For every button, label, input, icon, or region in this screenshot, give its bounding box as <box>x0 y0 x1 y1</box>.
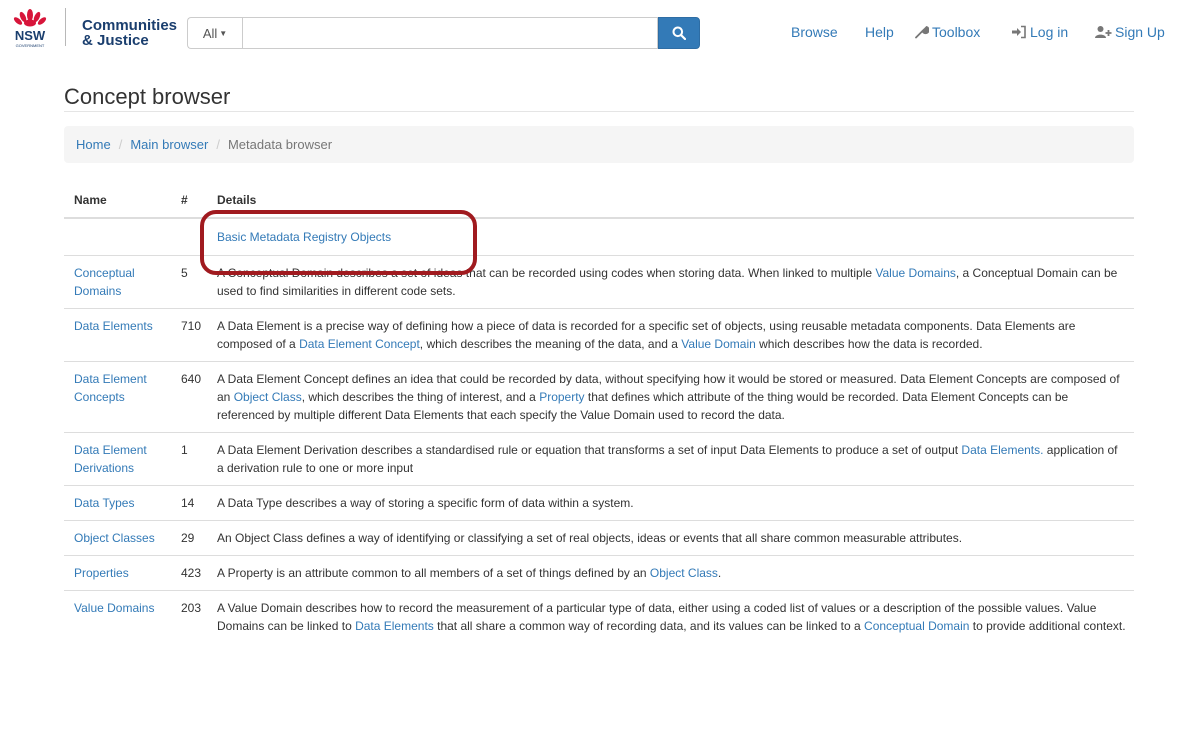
details-text: A Property is an attribute common to all… <box>217 566 650 580</box>
row-name-link[interactable]: Object Classes <box>74 531 155 545</box>
nav-toolbox[interactable]: Toolbox <box>915 24 980 40</box>
row-count: 29 <box>181 531 195 545</box>
details-link[interactable]: Conceptual Domain <box>864 619 969 633</box>
row-details: A Data Type describes a way of storing a… <box>217 486 1134 520</box>
row-details: A Data Element is a precise way of defin… <box>217 309 1134 361</box>
svg-text:GOVERNMENT: GOVERNMENT <box>16 43 45 48</box>
group-link-basic-metadata-registry-objects[interactable]: Basic Metadata Registry Objects <box>217 230 391 244</box>
row-name-link[interactable]: Data Types <box>74 496 134 510</box>
table-row: Data Elements 710 A Data Element is a prec… <box>64 308 1134 361</box>
wrench-icon <box>915 25 929 39</box>
row-count: 423 <box>181 566 202 580</box>
nav-links: Browse Help Toolbox Log in Sign Up <box>0 24 1180 42</box>
breadcrumb-separator: / <box>118 137 123 152</box>
details-link[interactable]: Value Domain <box>681 337 755 351</box>
nav-signup[interactable]: Sign Up <box>1095 24 1165 40</box>
table-row: Value Domains 203 A Value Domain describes… <box>64 590 1134 643</box>
row-details: A Data Element Concept defines an idea t… <box>217 362 1134 432</box>
nav-toolbox-label: Toolbox <box>932 24 981 40</box>
row-count: 640 <box>181 372 202 386</box>
details-text: A Conceptual Domain describes a set of i… <box>217 266 876 280</box>
table-row: Conceptual Domains 5 A Conceptual Domain d… <box>64 255 1134 308</box>
details-link[interactable]: Object Class <box>234 390 302 404</box>
table-body: Conceptual Domains 5 A Conceptual Domain d… <box>64 255 1134 643</box>
details-link[interactable]: Data Elements <box>355 619 434 633</box>
row-name-link[interactable]: Conceptual Domains <box>74 266 135 298</box>
row-name-link[interactable]: Data Elements <box>74 319 153 333</box>
table-row: Data Element Concepts 640 A Data Element C… <box>64 361 1134 432</box>
table-row: Properties 423 A Property is an attribute … <box>64 555 1134 590</box>
header-details: Details <box>217 193 257 207</box>
breadcrumb-home[interactable]: Home <box>76 137 111 152</box>
nav-help-label: Help <box>865 24 894 40</box>
page-title: Concept browser <box>64 84 231 109</box>
group-row: Basic Metadata Registry Objects <box>64 219 1134 255</box>
details-link[interactable]: Data Elements. <box>961 443 1043 457</box>
row-details: A Data Element Derivation describes a st… <box>217 433 1134 485</box>
breadcrumb-metadata-browser: Metadata browser <box>227 137 333 152</box>
table-row: Data Types 14 A Data Type describes a way … <box>64 485 1134 520</box>
row-name-link[interactable]: Properties <box>74 566 129 580</box>
row-details: A Value Domain describes how to record t… <box>217 591 1134 643</box>
row-name-link[interactable]: Data Element Concepts <box>74 372 147 404</box>
nav-signup-label: Sign Up <box>1115 24 1165 40</box>
breadcrumb-separator: / <box>216 137 220 152</box>
nav-browse-label: Browse <box>791 24 838 40</box>
breadcrumb: Home / Main browser / Metadata browser <box>64 126 1134 163</box>
user-plus-icon <box>1095 26 1112 38</box>
details-text: to provide additional context. <box>969 619 1126 633</box>
row-count: 1 <box>181 443 188 457</box>
details-text: that all share a common way of recording… <box>433 619 865 633</box>
details-text: , which describes the meaning of the dat… <box>419 337 682 351</box>
row-details: A Property is an attribute common to all… <box>217 556 1134 590</box>
details-link[interactable]: Data Element Concept <box>299 337 420 351</box>
details-link[interactable]: Value Domains <box>875 266 955 280</box>
details-text: , which describes the thing of interest,… <box>301 390 540 404</box>
breadcrumb-main-browser[interactable]: Main browser <box>130 137 208 152</box>
nav-login-label: Log in <box>1030 24 1069 40</box>
details-text: A Data Type describes a way of storing a… <box>217 496 634 510</box>
details-text: A Data Element Derivation describes a st… <box>217 443 962 457</box>
concept-table: Name # Details Basic Metadata Registry O… <box>64 183 1134 643</box>
row-details: A Conceptual Domain describes a set of i… <box>217 256 1134 308</box>
header-count: # <box>181 193 188 207</box>
top-navbar: NSW GOVERNMENT Communities & Justice All… <box>0 0 1180 50</box>
details-text: which describes how the data is recorded… <box>755 337 983 351</box>
table-row: Object Classes 29 An Object Class defines … <box>64 520 1134 555</box>
row-count: 203 <box>181 601 202 615</box>
row-count: 5 <box>181 266 188 280</box>
sign-in-icon <box>1012 25 1026 39</box>
details-text: . <box>717 566 722 580</box>
details-link[interactable]: Object Class <box>650 566 718 580</box>
header-name: Name <box>74 193 107 207</box>
row-name-link[interactable]: Data Element Derivations <box>74 443 147 475</box>
details-link[interactable]: Property <box>539 390 584 404</box>
details-text: An Object Class defines a way of identif… <box>217 531 963 545</box>
title-divider <box>64 111 1134 112</box>
nav-browse[interactable]: Browse <box>791 24 838 40</box>
nav-help[interactable]: Help <box>865 24 894 40</box>
row-details: An Object Class defines a way of identif… <box>217 521 1134 555</box>
table-row: Data Element Derivations 1 A Data Element … <box>64 432 1134 485</box>
nav-login[interactable]: Log in <box>1011 24 1068 40</box>
row-count: 710 <box>181 319 202 333</box>
row-name-link[interactable]: Value Domains <box>74 601 154 615</box>
table-header-row: Name # Details <box>64 183 1134 219</box>
row-count: 14 <box>181 496 195 510</box>
